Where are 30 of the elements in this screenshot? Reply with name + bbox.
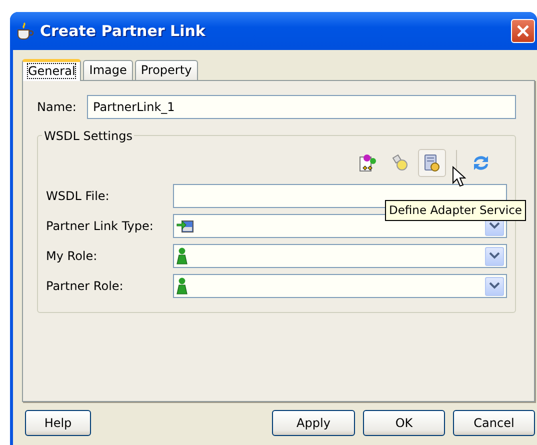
person-icon bbox=[176, 277, 188, 295]
chevron-down-icon bbox=[489, 282, 500, 290]
tab[interactable]: Image bbox=[83, 60, 133, 80]
refresh-icon bbox=[471, 153, 491, 173]
toolbar-button[interactable] bbox=[418, 149, 446, 177]
field-label: My Role: bbox=[46, 248, 98, 265]
dialog-button[interactable]: Help bbox=[25, 410, 91, 436]
name-input[interactable]: PartnerLink_1 bbox=[87, 95, 516, 119]
mouse-pointer-icon bbox=[452, 166, 466, 188]
field-label: Partner Role: bbox=[46, 278, 124, 295]
dialog-button[interactable]: OK bbox=[363, 410, 445, 436]
coffee-cup-icon bbox=[16, 22, 34, 40]
close-button[interactable] bbox=[511, 19, 535, 43]
tooltip: Define Adapter Service bbox=[385, 200, 526, 222]
chevron-down-icon bbox=[489, 252, 500, 260]
database-icon bbox=[422, 153, 442, 173]
field-label: Partner Link Type: bbox=[46, 218, 154, 235]
field-label: Name: bbox=[37, 99, 78, 116]
dialog-button[interactable]: Cancel bbox=[453, 410, 535, 436]
flashlight-icon bbox=[390, 153, 410, 173]
field-label: WSDL File: bbox=[46, 188, 110, 205]
close-icon bbox=[516, 24, 530, 38]
chevron-down-icon bbox=[489, 222, 500, 230]
tab[interactable]: Property bbox=[134, 60, 198, 80]
link-type-icon bbox=[176, 218, 194, 234]
service-icon bbox=[358, 153, 378, 173]
tab[interactable]: General bbox=[22, 59, 82, 81]
person-icon bbox=[176, 247, 188, 265]
window-title: Create Partner Link bbox=[40, 20, 206, 42]
dialog-button[interactable]: Apply bbox=[272, 410, 355, 436]
